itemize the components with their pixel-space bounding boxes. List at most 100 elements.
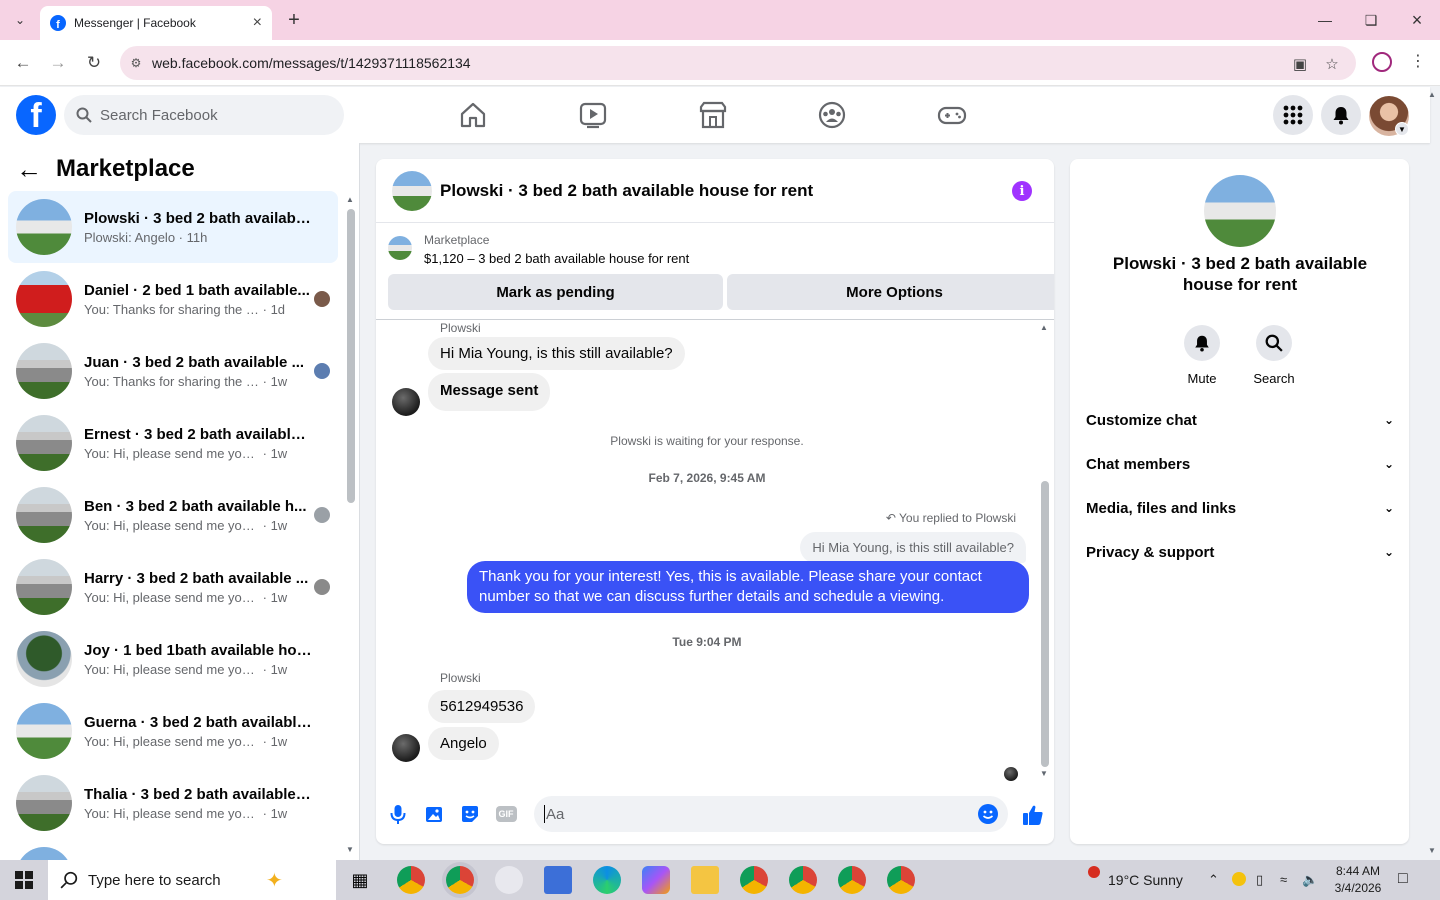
incoming-message[interactable]: 5612949536 [428,690,536,723]
chat-scroll-down-icon[interactable]: ▼ [1040,769,1048,778]
conversation-item[interactable]: H C Blanco · 3 bed 2 bath avai... [8,839,338,860]
outgoing-message[interactable]: Thank you for your interest! Yes, this i… [467,561,1029,613]
volume-icon[interactable]: 🔈 [1302,872,1318,888]
conversation-item[interactable]: Plowski · 3 bed 2 bath available ... Plow… [8,191,338,263]
chat-members-row[interactable]: Chat members ⌄ [1086,442,1394,486]
quoted-message[interactable]: Hi Mia Young, is this still available? [800,532,1026,563]
privacy-support-row[interactable]: Privacy & support ⌄ [1086,530,1394,574]
listing-thumbnail[interactable] [388,236,412,260]
notification-center-icon[interactable]: □ [1398,870,1408,888]
file-explorer-icon[interactable] [691,866,719,894]
back-icon[interactable]: ← [10,50,36,76]
chrome-icon[interactable] [740,866,768,894]
chat-thumbnail[interactable] [392,170,432,211]
facebook-favicon-icon: f [50,15,66,31]
conversation-item[interactable]: Ben · 3 bed 2 bath available h... You: Hi… [8,479,338,551]
conversation-item[interactable]: Juan · 3 bed 2 bath available ... You: Th… [8,335,338,407]
message-input[interactable]: Aa [534,796,1008,832]
chrome-icon[interactable] [887,866,915,894]
facebook-search-input[interactable]: Search Facebook [64,95,344,135]
groups-icon[interactable] [816,99,848,131]
show-hidden-icons-icon[interactable]: ⌃ [1208,872,1219,888]
browser-tab[interactable]: f Messenger | Facebook × [40,6,272,40]
url-omnibox[interactable]: ⚙ web.facebook.com/messages/t/1429371118… [120,46,1356,80]
battery-icon[interactable]: ▯ [1256,872,1263,888]
incoming-message[interactable]: Message sent [428,373,551,411]
conversation-item[interactable]: Guerna · 3 bed 2 bath available ... You: … [8,695,338,767]
conversation-item[interactable]: Harry · 3 bed 2 bath available ... You: H… [8,551,338,623]
chat-title[interactable]: Plowski · 3 bed 2 bath available house f… [440,181,813,201]
thumbs-up-icon[interactable] [1021,803,1045,827]
marketplace-icon[interactable] [697,99,729,131]
sidebar-scroll-up-icon[interactable]: ▲ [346,195,354,204]
sidebar-scrollbar[interactable] [347,209,355,503]
install-app-icon[interactable]: ▣ [1290,54,1310,74]
conversation-text: Thalia · 3 bed 2 bath available h... You:… [84,786,314,821]
conversation-item[interactable]: Ernest · 3 bed 2 bath available h... You:… [8,407,338,479]
weather-widget[interactable]: 19°C Sunny [1108,872,1183,888]
restore-icon[interactable]: ❏ [1348,0,1394,40]
notifications-bell-icon[interactable] [1321,95,1361,135]
browser-menu-icon[interactable]: ⋮ [1410,52,1426,72]
chrome-icon[interactable] [838,866,866,894]
info-listing-name[interactable]: Plowski · 3 bed 2 bath available house f… [1090,253,1390,295]
chrome-icon[interactable] [397,866,425,894]
customize-chat-row[interactable]: Customize chat ⌄ [1086,398,1394,442]
video-icon[interactable] [577,99,609,131]
sidebar-scroll-down-icon[interactable]: ▼ [346,845,354,854]
new-tab-icon[interactable]: + [282,8,306,32]
chrome-active-icon[interactable] [446,866,474,894]
page-scroll-up-icon[interactable]: ▲ [1428,90,1436,99]
site-info-icon[interactable]: ⚙ [120,56,152,70]
menu-grid-icon[interactable] [1273,95,1313,135]
listing-price-title[interactable]: $1,120 – 3 bed 2 bath available house fo… [424,251,689,266]
chat-scrollbar[interactable] [1041,481,1049,767]
mark-as-pending-button[interactable]: Mark as pending [388,274,723,310]
window-close-icon[interactable]: × [1394,0,1440,40]
search-chat-button[interactable]: Search [1244,325,1304,386]
mute-button[interactable]: Mute [1172,325,1232,386]
sender-avatar[interactable] [392,388,420,416]
microphone-icon[interactable] [387,803,409,825]
facebook-logo[interactable]: f [16,95,56,135]
bookmark-star-icon[interactable]: ☆ [1322,54,1342,74]
incoming-message[interactable]: Hi Mia Young, is this still available? [428,337,685,370]
emoji-icon[interactable] [978,804,998,824]
chat-scroll-up-icon[interactable]: ▲ [1040,323,1048,332]
page-scroll-down-icon[interactable]: ▼ [1428,846,1436,855]
conversation-item[interactable]: Joy · 1 bed 1bath available house... You:… [8,623,338,695]
home-icon[interactable] [457,99,489,131]
sticker-icon[interactable] [459,803,481,825]
notepad-icon[interactable] [544,866,572,894]
browser-profile-icon[interactable] [1372,52,1392,72]
info-listing-thumbnail[interactable] [1204,175,1276,247]
tray-app-icon[interactable] [1232,872,1246,886]
forward-icon[interactable]: → [45,50,71,76]
taskbar-search-input[interactable]: Type here to search ✦ [48,860,336,900]
more-options-button[interactable]: More Options [727,274,1054,310]
task-view-icon[interactable]: ▦ [346,866,374,894]
conversation-name: Juan · 3 bed 2 bath available ... [84,353,305,371]
photo-icon[interactable] [423,803,445,825]
gif-icon[interactable]: GIF [495,803,517,825]
info-icon[interactable]: i [1012,181,1032,201]
sender-avatar[interactable] [392,734,420,762]
back-arrow-icon[interactable]: ← [16,155,42,183]
app-icon[interactable] [495,866,523,894]
taskbar-clock[interactable]: 8:44 AM 3/4/2026 [1330,863,1386,897]
conversation-item[interactable]: Daniel · 2 bed 1 bath available... You: T… [8,263,338,335]
tab-search-dropdown-icon[interactable]: ⌄ [8,8,32,32]
windows-start-icon[interactable] [0,860,48,900]
chrome-icon[interactable] [789,866,817,894]
minimize-icon[interactable]: — [1302,0,1348,40]
edge-icon[interactable] [593,866,621,894]
reload-icon[interactable]: ↻ [81,50,107,76]
account-chevron-icon[interactable]: ▼ [1395,122,1409,136]
media-files-links-row[interactable]: Media, files and links ⌄ [1086,486,1394,530]
incoming-message[interactable]: Angelo [428,727,499,760]
gaming-icon[interactable] [936,99,968,131]
copilot-icon[interactable] [642,866,670,894]
conversation-item[interactable]: Thalia · 3 bed 2 bath available h... You:… [8,767,338,839]
wifi-icon[interactable]: ≈ [1280,872,1287,887]
tab-close-icon[interactable]: × [253,14,262,32]
